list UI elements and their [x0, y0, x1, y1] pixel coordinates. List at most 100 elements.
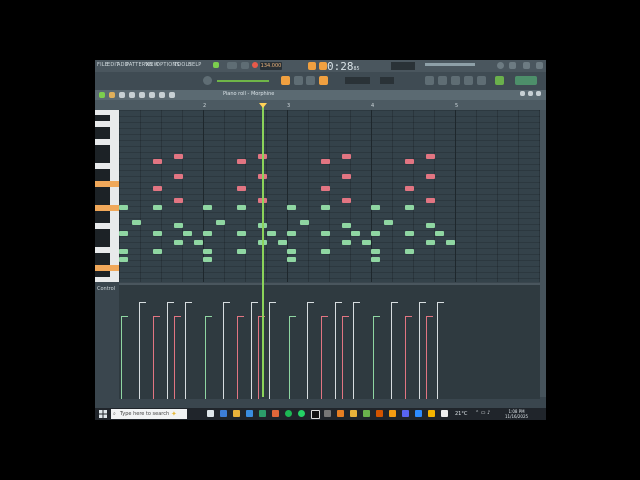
velocity-handle[interactable] [419, 302, 426, 303]
black-key[interactable] [95, 271, 110, 277]
note[interactable] [216, 220, 225, 225]
app-icon[interactable] [324, 410, 331, 417]
song-mode-icon[interactable] [213, 62, 219, 68]
menu-icon[interactable] [99, 92, 105, 98]
velocity-handle[interactable] [373, 316, 380, 317]
velocity-bar[interactable] [174, 317, 175, 399]
master-volume-knob-icon[interactable] [203, 76, 212, 85]
note[interactable] [426, 198, 435, 203]
channel-rack-icon[interactable] [451, 76, 460, 85]
note[interactable] [321, 186, 330, 191]
note[interactable] [237, 205, 246, 210]
note[interactable] [351, 231, 360, 236]
task-view-icon[interactable] [207, 410, 214, 417]
velocity-handle[interactable] [223, 302, 230, 303]
note[interactable] [371, 231, 380, 236]
velocity-bar[interactable] [405, 317, 406, 399]
velocity-handle[interactable] [426, 316, 433, 317]
note[interactable] [426, 154, 435, 159]
app-icon[interactable] [337, 410, 344, 417]
note[interactable] [435, 231, 444, 236]
note[interactable] [426, 223, 435, 228]
velocity-bar[interactable] [269, 303, 270, 399]
note[interactable] [153, 186, 162, 191]
note[interactable] [321, 159, 330, 164]
velocity-bar[interactable] [185, 303, 186, 399]
velocity-lane[interactable] [119, 283, 540, 399]
note[interactable] [342, 154, 351, 159]
window-maximize-icon[interactable] [528, 91, 533, 96]
black-key[interactable] [95, 133, 110, 139]
piano-roll-icon[interactable] [438, 76, 447, 85]
note[interactable] [174, 198, 183, 203]
record-button[interactable] [252, 62, 258, 68]
playlist-icon[interactable] [425, 76, 434, 85]
note[interactable] [174, 223, 183, 228]
velocity-handle[interactable] [307, 302, 314, 303]
velocity-bar[interactable] [205, 317, 206, 399]
note[interactable] [119, 205, 128, 210]
note[interactable] [237, 249, 246, 254]
timeline-ruler[interactable]: 2 3 4 5 [119, 100, 540, 110]
velocity-handle[interactable] [289, 316, 296, 317]
note[interactable] [405, 186, 414, 191]
app-icon[interactable] [441, 410, 448, 417]
note[interactable] [287, 257, 296, 262]
window-close-icon[interactable] [536, 62, 543, 69]
velocity-handle[interactable] [153, 316, 160, 317]
tiktok-icon[interactable] [311, 410, 320, 419]
note[interactable] [384, 220, 393, 225]
note[interactable] [119, 257, 128, 262]
piano-keyboard[interactable] [95, 110, 119, 282]
tempo-display[interactable]: 134.000 [260, 62, 282, 70]
note[interactable] [321, 249, 330, 254]
fl-studio-icon[interactable] [363, 410, 370, 417]
mute-icon[interactable] [149, 92, 155, 98]
velocity-handle[interactable] [353, 302, 360, 303]
velocity-handle[interactable] [269, 302, 276, 303]
note[interactable] [194, 240, 203, 245]
magnet-icon[interactable] [109, 92, 115, 98]
velocity-bar[interactable] [321, 317, 322, 399]
note[interactable] [174, 174, 183, 179]
velocity-bar[interactable] [419, 303, 420, 399]
snap-selector[interactable] [345, 77, 370, 84]
velocity-handle[interactable] [205, 316, 212, 317]
note[interactable] [237, 186, 246, 191]
whatsapp-icon[interactable] [298, 410, 305, 417]
note[interactable] [342, 223, 351, 228]
note[interactable] [287, 205, 296, 210]
note[interactable] [278, 240, 287, 245]
highlighted-key[interactable] [95, 265, 119, 271]
velocity-handle[interactable] [391, 302, 398, 303]
brush-icon[interactable] [129, 92, 135, 98]
app-icon[interactable] [376, 410, 383, 417]
control-lane-label[interactable]: Control [97, 286, 115, 292]
note-grid[interactable] [119, 110, 540, 282]
note[interactable] [371, 205, 380, 210]
stop-button[interactable] [241, 62, 249, 69]
note[interactable] [426, 240, 435, 245]
tool-icon[interactable] [294, 76, 303, 85]
velocity-bar[interactable] [437, 303, 438, 399]
velocity-bar[interactable] [153, 317, 154, 399]
velocity-handle[interactable] [121, 316, 128, 317]
note[interactable] [300, 220, 309, 225]
note[interactable] [426, 174, 435, 179]
spotify-icon[interactable] [285, 410, 292, 417]
note[interactable] [153, 205, 162, 210]
note[interactable] [321, 231, 330, 236]
note[interactable] [174, 240, 183, 245]
velocity-handle[interactable] [174, 316, 181, 317]
window-close-icon[interactable] [536, 91, 541, 96]
taskbar-search-box[interactable]: ⌕ Type here to search ✦ [111, 409, 187, 419]
note[interactable] [153, 249, 162, 254]
note[interactable] [153, 159, 162, 164]
app-icon[interactable] [272, 410, 279, 417]
news-panel[interactable] [515, 76, 537, 85]
pencil-icon[interactable] [119, 92, 125, 98]
note[interactable] [405, 249, 414, 254]
velocity-handle[interactable] [237, 316, 244, 317]
velocity-handle[interactable] [335, 302, 342, 303]
app-icon[interactable] [415, 410, 422, 417]
